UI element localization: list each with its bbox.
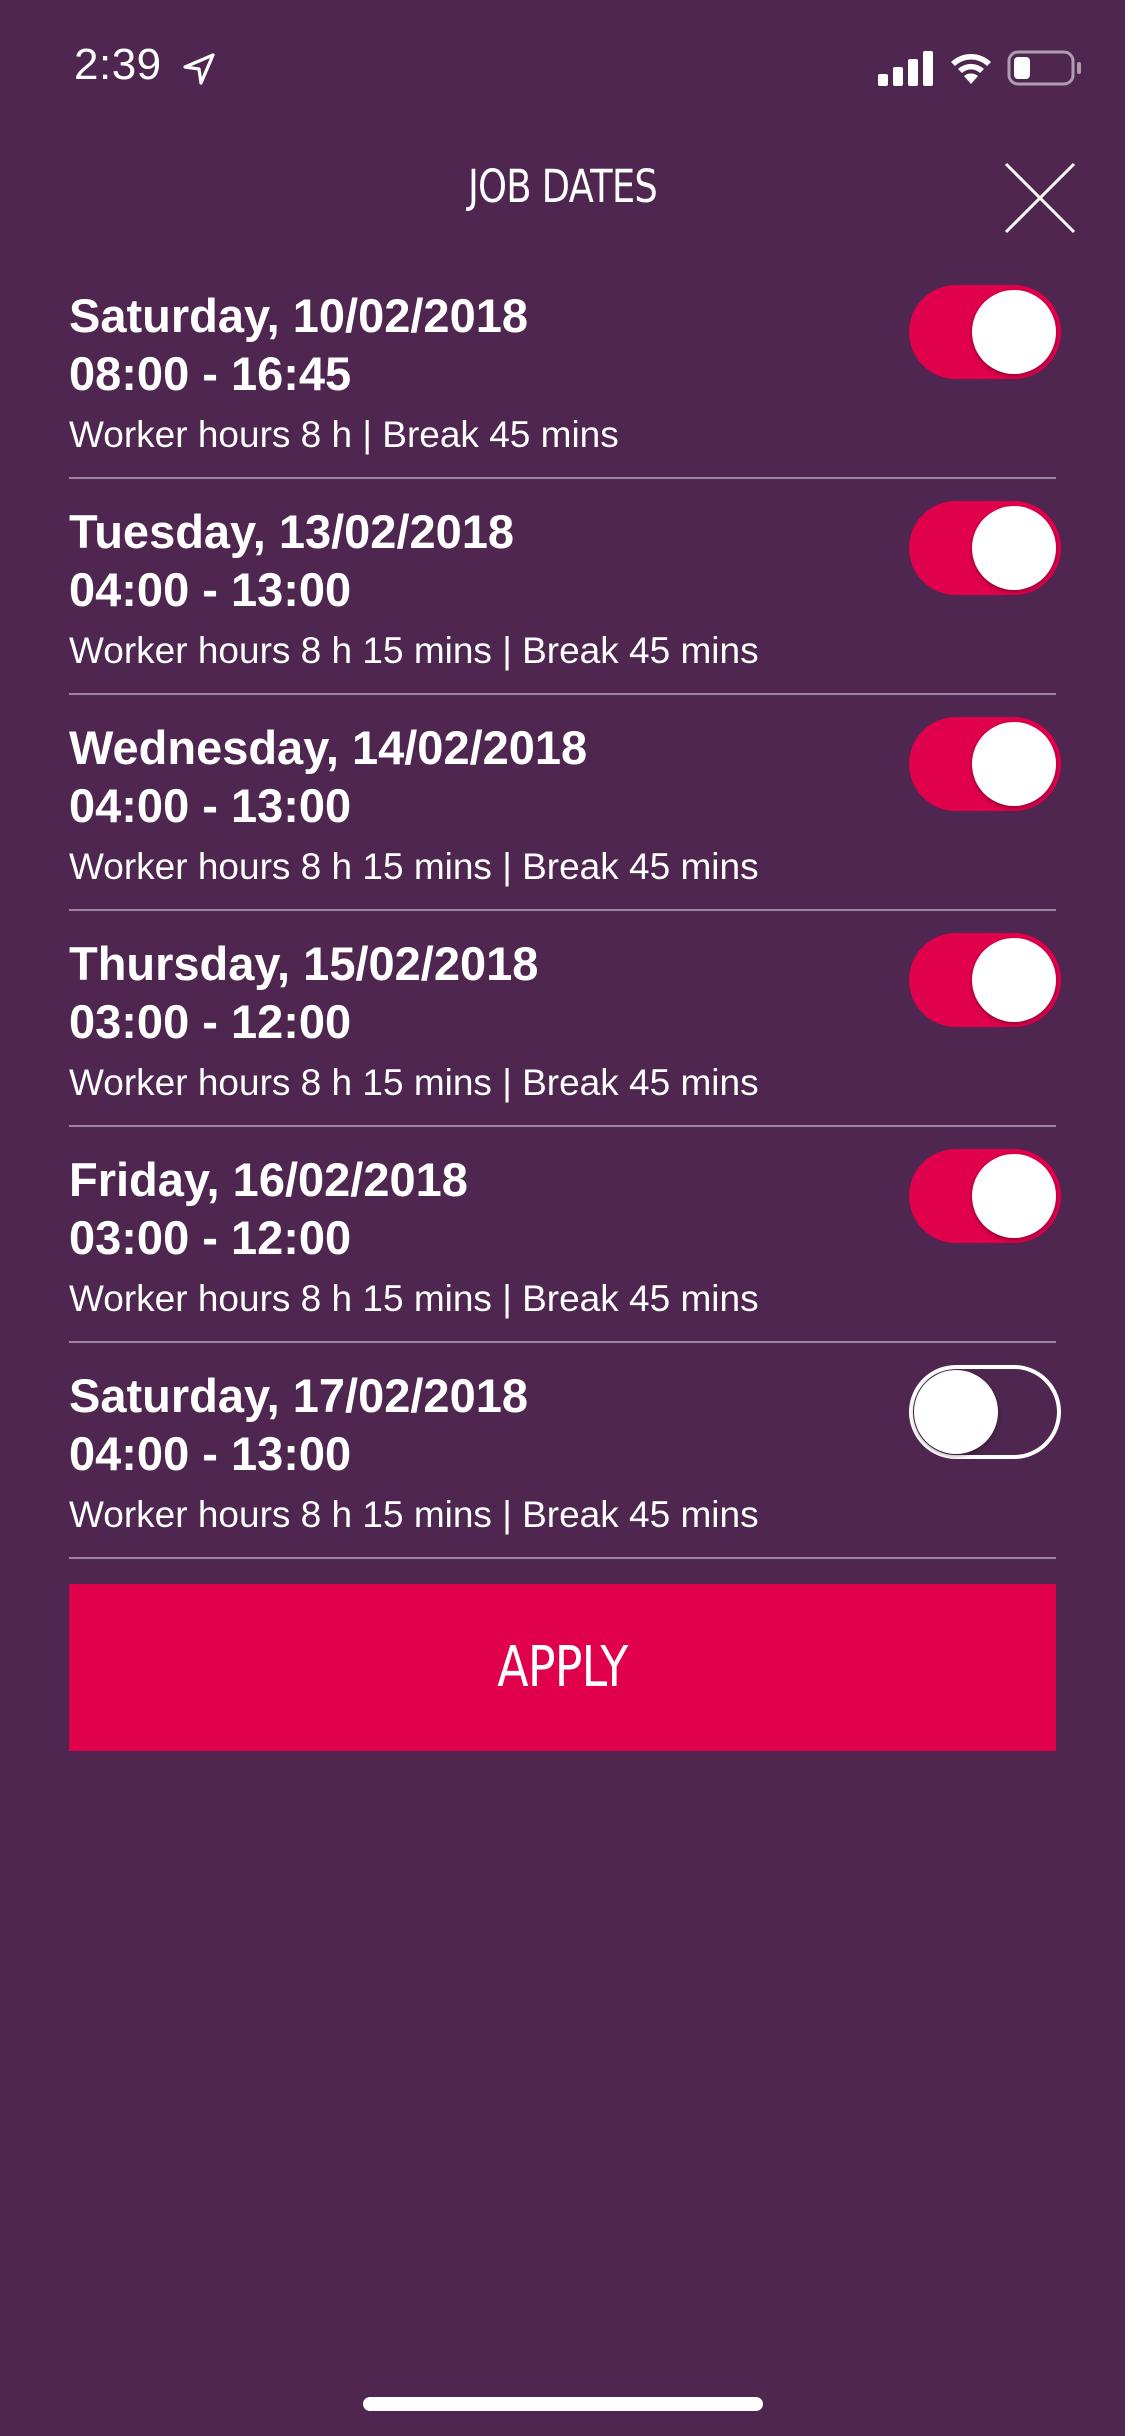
page-title: JOB DATES xyxy=(467,160,658,213)
date-toggle[interactable] xyxy=(909,933,1061,1027)
toggle-knob xyxy=(972,722,1056,806)
date-worker-hours: Worker hours 8 h 15 mins | Break 45 mins xyxy=(69,846,759,887)
close-icon xyxy=(1004,162,1076,234)
date-day: Thursday, 15/02/2018 xyxy=(69,937,539,990)
date-toggle[interactable] xyxy=(909,501,1061,595)
toggle-knob xyxy=(914,1370,998,1454)
date-row: Tuesday, 13/02/2018 04:00 - 13:00 Worker… xyxy=(69,480,1061,695)
cellular-signal-icon xyxy=(878,51,933,86)
date-day: Saturday, 17/02/2018 xyxy=(69,1369,528,1422)
date-worker-hours: Worker hours 8 h 15 mins | Break 45 mins xyxy=(69,630,759,671)
date-day: Friday, 16/02/2018 xyxy=(69,1153,468,1206)
apply-button[interactable]: APPLY xyxy=(69,1584,1056,1751)
date-row: Thursday, 15/02/2018 03:00 - 12:00 Worke… xyxy=(69,912,1061,1127)
date-time-range: 03:00 - 12:00 xyxy=(69,995,352,1048)
toggle-knob xyxy=(972,1154,1056,1238)
date-row: Saturday, 17/02/2018 04:00 - 13:00 Worke… xyxy=(69,1344,1061,1559)
location-arrow-icon xyxy=(183,53,215,85)
apply-button-label: APPLY xyxy=(497,1635,628,1700)
toggle-knob xyxy=(972,506,1056,590)
date-time-range: 04:00 - 13:00 xyxy=(69,779,352,832)
date-worker-hours: Worker hours 8 h 15 mins | Break 45 mins xyxy=(69,1494,759,1535)
date-time-range: 04:00 - 13:00 xyxy=(69,563,352,616)
date-day: Wednesday, 14/02/2018 xyxy=(69,721,588,774)
date-row: Saturday, 10/02/2018 08:00 - 16:45 Worke… xyxy=(69,264,1061,479)
date-toggle[interactable] xyxy=(909,285,1061,379)
date-toggle[interactable] xyxy=(909,1365,1061,1459)
date-worker-hours: Worker hours 8 h 15 mins | Break 45 mins xyxy=(69,1278,759,1319)
date-day: Tuesday, 13/02/2018 xyxy=(69,505,515,558)
wifi-icon xyxy=(951,54,991,84)
date-day: Saturday, 10/02/2018 xyxy=(69,289,528,342)
battery-icon xyxy=(1007,50,1081,86)
home-indicator[interactable] xyxy=(363,2397,763,2411)
toggle-knob xyxy=(972,938,1056,1022)
status-bar: 2:39 xyxy=(0,0,1125,135)
close-button[interactable] xyxy=(1000,158,1080,238)
date-worker-hours: Worker hours 8 h | Break 45 mins xyxy=(69,414,619,455)
status-time: 2:39 xyxy=(74,40,162,89)
date-time-range: 04:00 - 13:00 xyxy=(69,1427,352,1480)
date-toggle[interactable] xyxy=(909,717,1061,811)
date-row: Wednesday, 14/02/2018 04:00 - 13:00 Work… xyxy=(69,696,1061,911)
date-time-range: 03:00 - 12:00 xyxy=(69,1211,352,1264)
toggle-knob xyxy=(972,290,1056,374)
job-dates-list: Saturday, 10/02/2018 08:00 - 16:45 Worke… xyxy=(69,264,1061,1560)
date-worker-hours: Worker hours 8 h 15 mins | Break 45 mins xyxy=(69,1062,759,1103)
date-time-range: 08:00 - 16:45 xyxy=(69,347,352,400)
date-row: Friday, 16/02/2018 03:00 - 12:00 Worker … xyxy=(69,1128,1061,1343)
date-toggle[interactable] xyxy=(909,1149,1061,1243)
